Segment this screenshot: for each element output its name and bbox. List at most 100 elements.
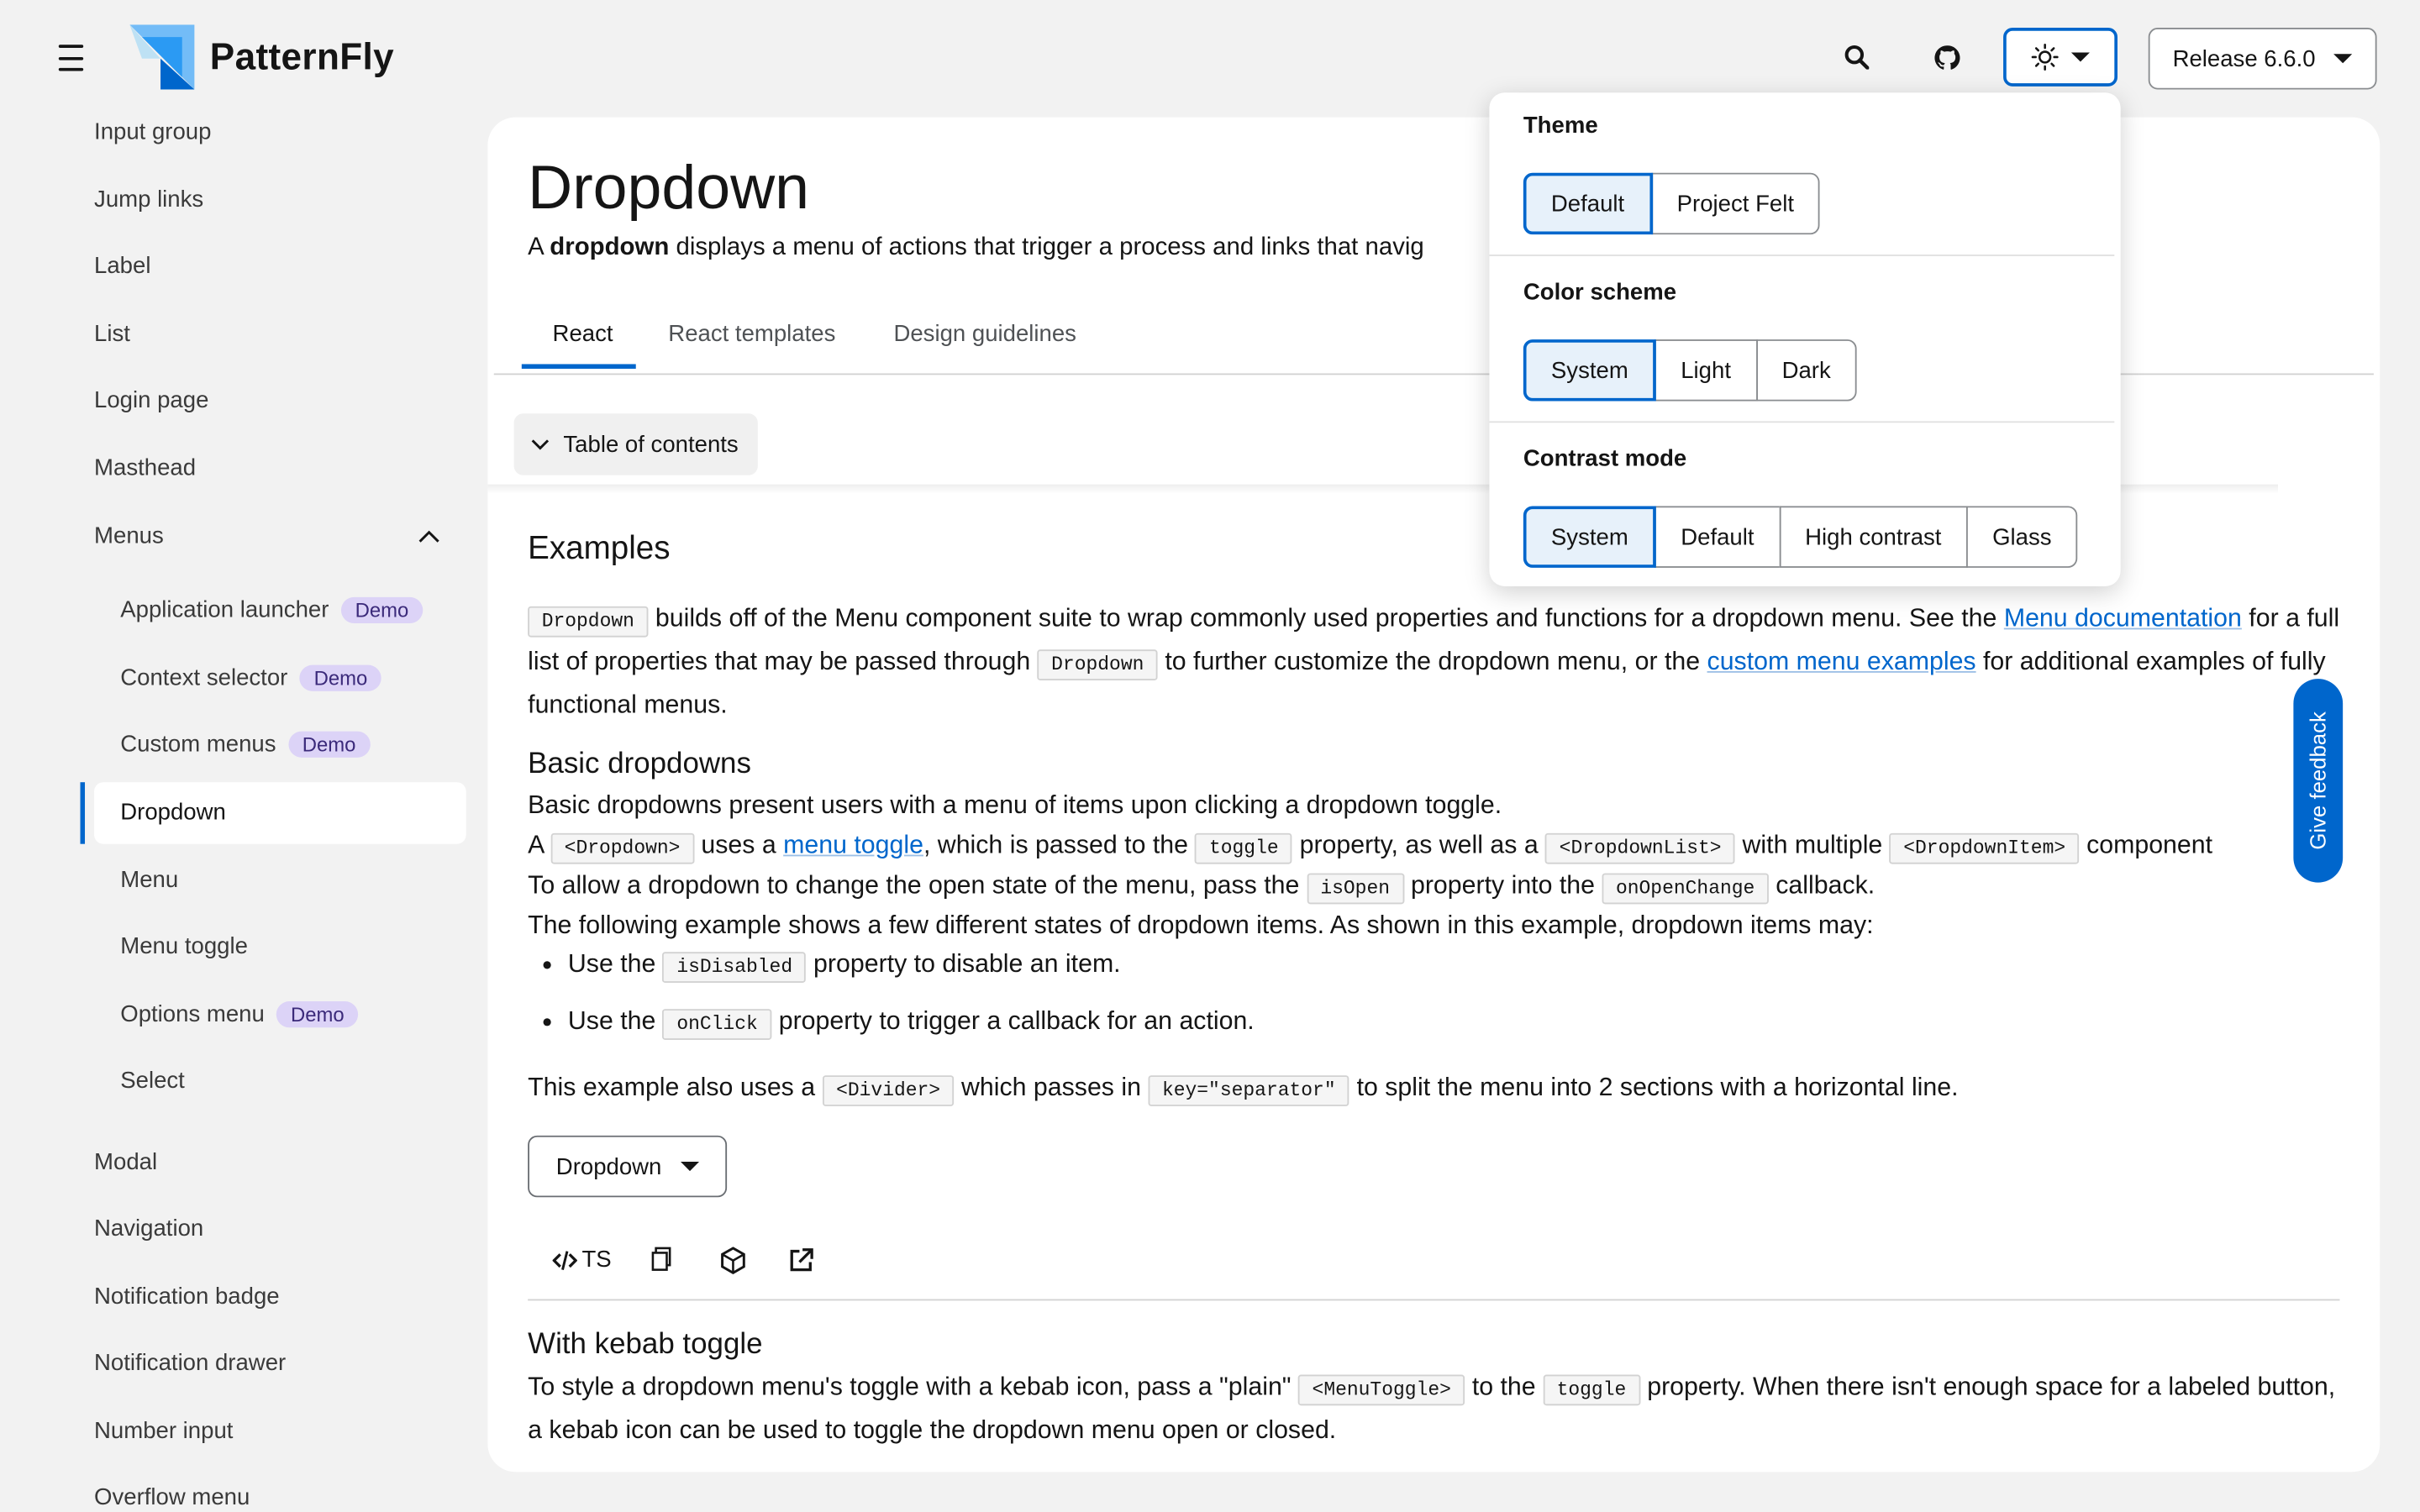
sidebar-subitem-dropdown[interactable]: Dropdown (120, 799, 226, 825)
table-of-contents-toggle[interactable]: Table of contents (513, 413, 758, 475)
release-label: Release 6.6.0 (2172, 45, 2316, 72)
page-description: A dropdown displays a menu of actions th… (528, 234, 1424, 261)
section-heading: Examples (528, 530, 671, 567)
chevron-down-icon (531, 439, 550, 450)
codesandbox-icon[interactable] (719, 1247, 747, 1274)
demo-badge: Demo (288, 731, 371, 758)
hamburger-menu-icon[interactable] (58, 45, 84, 71)
sidebar-item[interactable]: Number input (94, 1418, 233, 1444)
sidebar-item[interactable]: List (94, 321, 130, 347)
sidebar-item[interactable]: Login page (94, 387, 208, 413)
patternfly-logo (129, 24, 195, 90)
chevron-up-icon[interactable] (417, 524, 441, 549)
give-feedback-button[interactable]: Give feedback (2293, 679, 2344, 883)
sidebar-active-indicator (80, 782, 86, 844)
sidebar-item[interactable]: Modal (94, 1149, 157, 1175)
sidebar-subitem-label: Options menu (120, 1001, 265, 1028)
color-option-dark[interactable]: Dark (1755, 339, 1857, 402)
sidebar-subitem[interactable]: Menu toggle (120, 933, 248, 959)
theme-popover: Theme Default Project Felt Color scheme … (1489, 92, 2121, 586)
caret-down-icon (680, 1162, 699, 1172)
sidebar-item[interactable]: Navigation (94, 1215, 203, 1242)
demo-badge: Demo (341, 596, 423, 624)
list-item: Use the onClick property to trigger a ca… (568, 1001, 1255, 1044)
sidebar-item[interactable]: Notification drawer (94, 1350, 286, 1376)
popover-section-title: Color scheme (1523, 279, 1677, 306)
sidebar-subitem[interactable]: Custom menus Demo (120, 731, 371, 758)
list-item: Use the isDisabled property to disable a… (568, 944, 1255, 987)
paragraph: The following example shows a few differ… (528, 911, 1874, 940)
copy-icon[interactable] (651, 1247, 673, 1271)
bullet-list: Use the isDisabled property to disable a… (528, 944, 1255, 1058)
theme-option-default[interactable]: Default (1523, 172, 1653, 235)
theme-toggle-button[interactable] (2003, 28, 2118, 87)
paragraph: To style a dropdown menu's toggle with a… (528, 1373, 2336, 1445)
paragraph: Basic dropdowns present users with a men… (528, 791, 1502, 820)
sidebar-subitem[interactable]: Application launcher Demo (120, 596, 423, 624)
code-toolbar: TS (528, 1231, 2340, 1301)
sidebar-subitem-label: Custom menus (120, 731, 276, 758)
contrast-option-high-contrast[interactable]: High contrast (1778, 506, 1968, 568)
search-icon[interactable] (1839, 40, 1873, 74)
code-ts-button[interactable]: TS (552, 1247, 612, 1273)
demo-badge: Demo (276, 1001, 359, 1028)
theme-option-project-felt[interactable]: Project Felt (1650, 172, 1821, 235)
give-feedback-label: Give feedback (2306, 711, 2331, 850)
example-dropdown-button[interactable]: Dropdown (528, 1135, 728, 1198)
contrast-toggle-group: System Default High contrast Glass (1523, 506, 2078, 568)
sidebar-item[interactable]: Input group (94, 118, 211, 144)
sidebar-subitem-label: Menu toggle (120, 933, 248, 960)
sidebar-item-menus[interactable]: Menus (94, 523, 164, 549)
sidebar-item[interactable]: Notification badge (94, 1284, 280, 1310)
sidebar-subitem[interactable]: Options menu Demo (120, 1001, 359, 1028)
divider (1489, 255, 2115, 256)
ts-label: TS (581, 1247, 612, 1273)
release-select[interactable]: Release 6.6.0 (2148, 28, 2377, 90)
toc-label: Table of contents (563, 431, 739, 458)
theme-toggle-group: Default Project Felt (1523, 172, 1821, 235)
tab-active-indicator (521, 364, 636, 369)
sun-icon (2031, 43, 2059, 71)
intro-paragraph: Dropdown builds off of the Menu componen… (528, 604, 2340, 719)
contrast-option-system[interactable]: System (1523, 506, 1656, 568)
sidebar-item[interactable]: Label (94, 253, 150, 279)
sidebar-subitem[interactable]: Menu (120, 867, 178, 893)
tab-react[interactable]: React (553, 321, 613, 347)
paragraph: To allow a dropdown to change the open s… (528, 865, 2349, 908)
demo-badge: Demo (300, 664, 381, 691)
menu-toggle-link[interactable]: menu toggle (783, 832, 923, 859)
color-option-light[interactable]: Light (1655, 339, 1758, 402)
github-icon[interactable] (1929, 40, 1963, 74)
divider (1489, 421, 2115, 423)
contrast-option-default[interactable]: Default (1655, 506, 1781, 568)
sidebar-subitem[interactable]: Context selector Demo (120, 664, 381, 691)
caret-down-icon (2070, 52, 2090, 62)
tab-design-guidelines[interactable]: Design guidelines (893, 321, 1076, 347)
section-heading: With kebab toggle (528, 1328, 763, 1361)
sidebar-item[interactable]: Overflow menu (94, 1484, 250, 1510)
caret-down-icon (2333, 54, 2353, 64)
external-link-icon[interactable] (787, 1247, 815, 1274)
custom-menu-examples-link[interactable]: custom menu examples (1707, 648, 1976, 675)
brand-name[interactable]: PatternFly (210, 37, 394, 80)
sidebar-subitem-label: Menu (120, 867, 179, 894)
sidebar-subitem-label: Select (120, 1068, 185, 1095)
contrast-option-glass[interactable]: Glass (1965, 506, 2078, 568)
tab-react-templates[interactable]: React templates (668, 321, 835, 347)
color-option-system[interactable]: System (1523, 339, 1656, 402)
paragraph: This example also uses a <Divider> which… (528, 1068, 2349, 1110)
paragraph: A <Dropdown> uses a menu toggle, which i… (528, 826, 2349, 869)
sidebar-subitem-label: Dropdown (120, 799, 226, 826)
popover-section-title: Theme (1523, 113, 1598, 139)
sidebar-subitem-label: Application launcher (120, 596, 329, 624)
sidebar-item[interactable]: Masthead (94, 455, 196, 481)
menu-documentation-link[interactable]: Menu documentation (2004, 605, 2242, 633)
color-scheme-toggle-group: System Light Dark (1523, 339, 1857, 402)
sidebar-item[interactable]: Jump links (94, 186, 203, 213)
popover-section-title: Contrast mode (1523, 445, 1687, 473)
sidebar-subitem[interactable]: Select (120, 1068, 185, 1094)
sidebar-subitem-label: Context selector (120, 664, 288, 691)
dropdown-button-label: Dropdown (555, 1152, 662, 1180)
page-title: Dropdown (528, 154, 810, 223)
section-heading: Basic dropdowns (528, 748, 751, 781)
